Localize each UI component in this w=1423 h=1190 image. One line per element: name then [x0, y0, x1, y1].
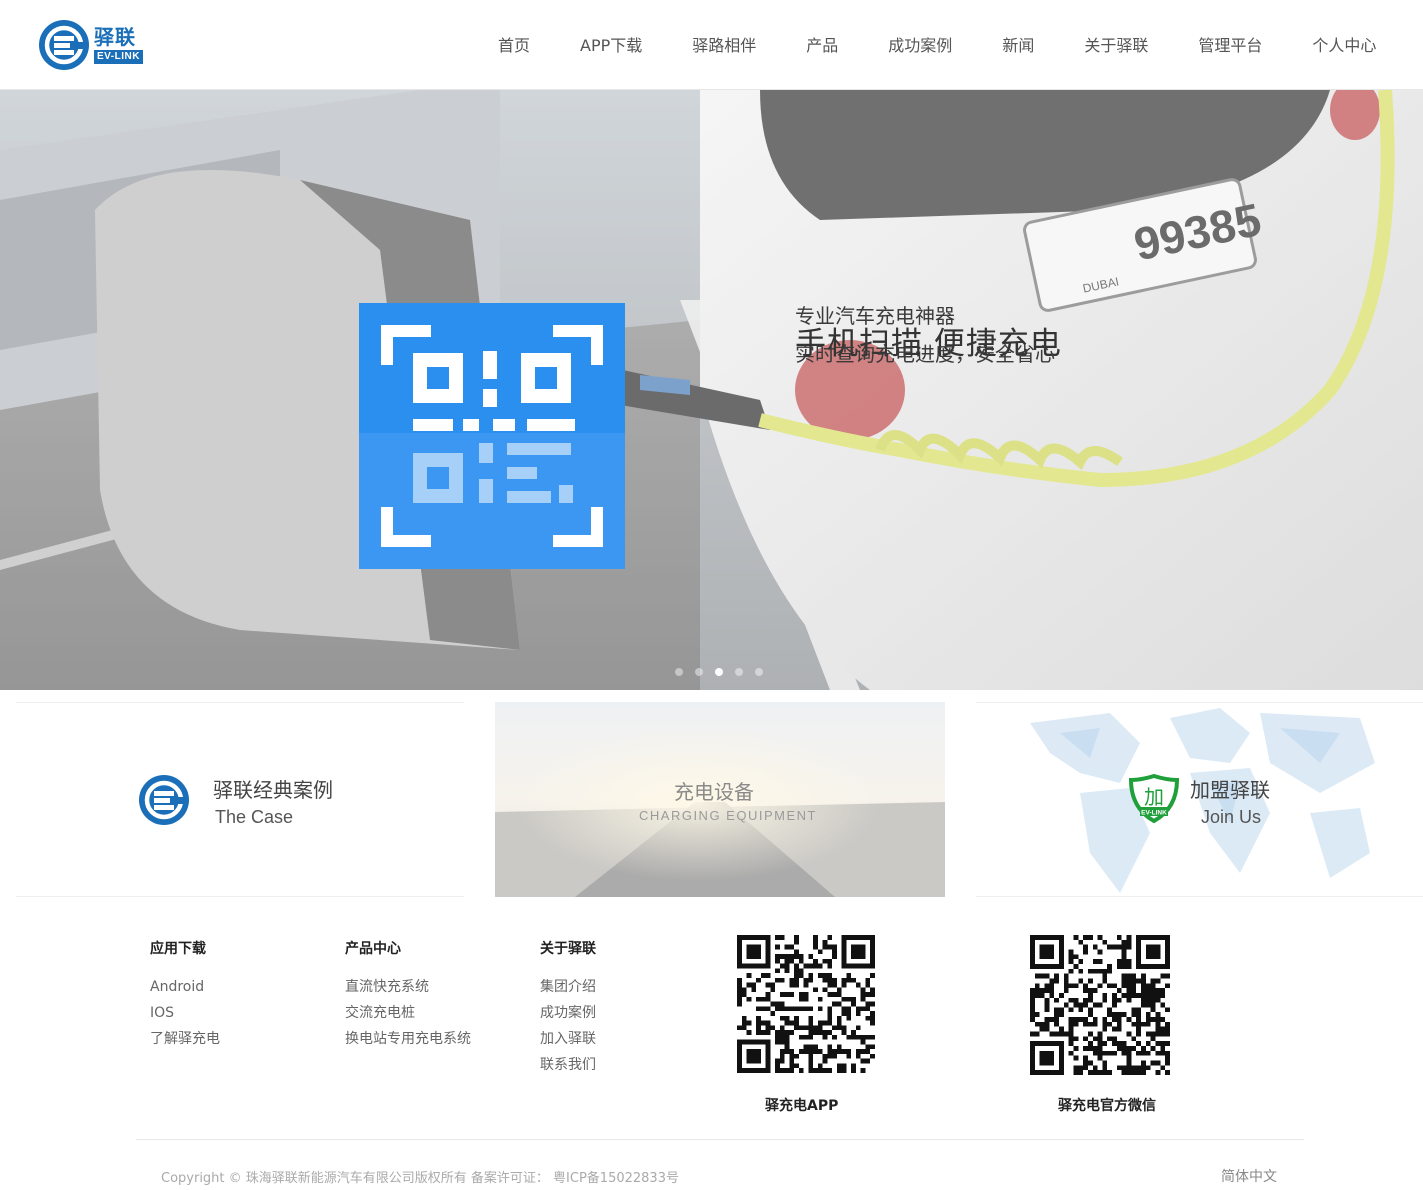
case-card-subtitle: The Case [215, 807, 294, 827]
qr-code-icon [737, 935, 875, 1073]
banner-subtitle-2: 实时查询充电进度，安全省心 [795, 342, 1055, 366]
footer-link-contact[interactable]: 联系我们 [540, 1052, 596, 1078]
footer-link-group[interactable]: 集团介绍 [540, 974, 596, 1000]
nav-item-about[interactable]: 关于驿联 [1084, 32, 1148, 56]
carousel-dots [675, 668, 763, 676]
join-card[interactable]: 加 EV-LINK 加盟驿联 Join Us [976, 702, 1423, 897]
carousel-dot-1[interactable] [675, 668, 683, 676]
join-card-title: 加盟驿联 [1190, 778, 1270, 802]
wechat-qr-code [1030, 935, 1170, 1079]
site-header: 驿联 EV-LINK 首页 APP下载 驿路相伴 产品 成功案例 新闻 关于驿联… [0, 0, 1423, 90]
banner-photo: 99385 DUBAI [0, 90, 1423, 690]
case-card-title: 驿联经典案例 [213, 778, 333, 802]
copyright-text: Copyright © 珠海驿联新能源汽车有限公司版权所有 备案许可证： 粤IC… [161, 1171, 679, 1186]
footer-col-title: 关于驿联 [540, 941, 596, 957]
nav-item-admin[interactable]: 管理平台 [1198, 32, 1262, 56]
case-card[interactable]: 驿联经典案例 The Case [16, 702, 464, 897]
carousel-dot-2[interactable] [695, 668, 703, 676]
banner-subtitle-1: 专业汽车充电神器 [795, 304, 955, 328]
app-qr-code [737, 935, 875, 1077]
qr-scan-icon [359, 303, 625, 569]
brand-name-en: EV-LINK [94, 50, 143, 64]
qr-code-icon [1030, 935, 1170, 1075]
nav-item-cases[interactable]: 成功案例 [888, 32, 952, 56]
footer-link-learn[interactable]: 了解驿充电 [150, 1026, 220, 1052]
wechat-qr-caption: 驿充电官方微信 [1058, 1098, 1156, 1114]
join-card-subtitle: Join Us [1201, 807, 1262, 827]
footer-link-cases[interactable]: 成功案例 [540, 1000, 596, 1026]
footer-divider [136, 1139, 1304, 1140]
nav-item-products[interactable]: 产品 [806, 32, 838, 56]
join-badge-text: 加 [1144, 785, 1164, 809]
nav-item-companion[interactable]: 驿路相伴 [692, 32, 756, 56]
footer-link-join[interactable]: 加入驿联 [540, 1026, 596, 1052]
carousel-dot-5[interactable] [755, 668, 763, 676]
brand-logo[interactable]: 驿联 EV-LINK [38, 18, 158, 72]
nav-item-home[interactable]: 首页 [498, 32, 530, 56]
nav-item-profile[interactable]: 个人中心 [1312, 32, 1376, 56]
footer-link-ios[interactable]: IOS [150, 1000, 220, 1026]
footer-col-about: 关于驿联 集团介绍 成功案例 加入驿联 联系我们 [540, 938, 596, 1078]
nav-item-app-download[interactable]: APP下载 [580, 32, 642, 56]
carousel-dot-3[interactable] [715, 668, 723, 676]
footer-col-download: 应用下载 Android IOS 了解驿充电 [150, 938, 220, 1052]
footer-link-dc-fast[interactable]: 直流快充系统 [345, 974, 471, 1000]
ev-link-logo-icon [39, 20, 89, 70]
footer-link-ac-pile[interactable]: 交流充电桩 [345, 1000, 471, 1026]
brand-name-cn: 驿联 [94, 25, 136, 49]
main-nav: 首页 APP下载 驿路相伴 产品 成功案例 新闻 关于驿联 管理平台 个人中心 [472, 0, 1376, 88]
app-qr-caption: 驿充电APP [765, 1098, 839, 1114]
equipment-card-title: 充电设备 [674, 780, 754, 804]
equipment-card[interactable]: 充电设备 CHARGING EQUIPMENT [495, 702, 945, 897]
join-badge-icon: 加 EV-LINK [1128, 774, 1180, 824]
footer-col-title: 产品中心 [345, 941, 401, 957]
footer-link-android[interactable]: Android [150, 974, 220, 1000]
ev-link-logo-icon [139, 775, 189, 825]
equipment-card-subtitle: CHARGING EQUIPMENT [639, 808, 817, 823]
join-badge-en: EV-LINK [1141, 810, 1167, 817]
footer-col-title: 应用下载 [150, 941, 206, 957]
footer-link-swap-station[interactable]: 换电站专用充电系统 [345, 1026, 471, 1052]
footer-col-products: 产品中心 直流快充系统 交流充电桩 换电站专用充电系统 [345, 938, 471, 1052]
nav-item-news[interactable]: 新闻 [1002, 32, 1034, 56]
carousel-dot-4[interactable] [735, 668, 743, 676]
hero-banner[interactable]: 99385 DUBAI 手机扫描 便捷充电 专业汽车充电神器 实时查询充电进度，… [0, 90, 1423, 690]
language-switch[interactable]: 简体中文 [1221, 1166, 1277, 1186]
